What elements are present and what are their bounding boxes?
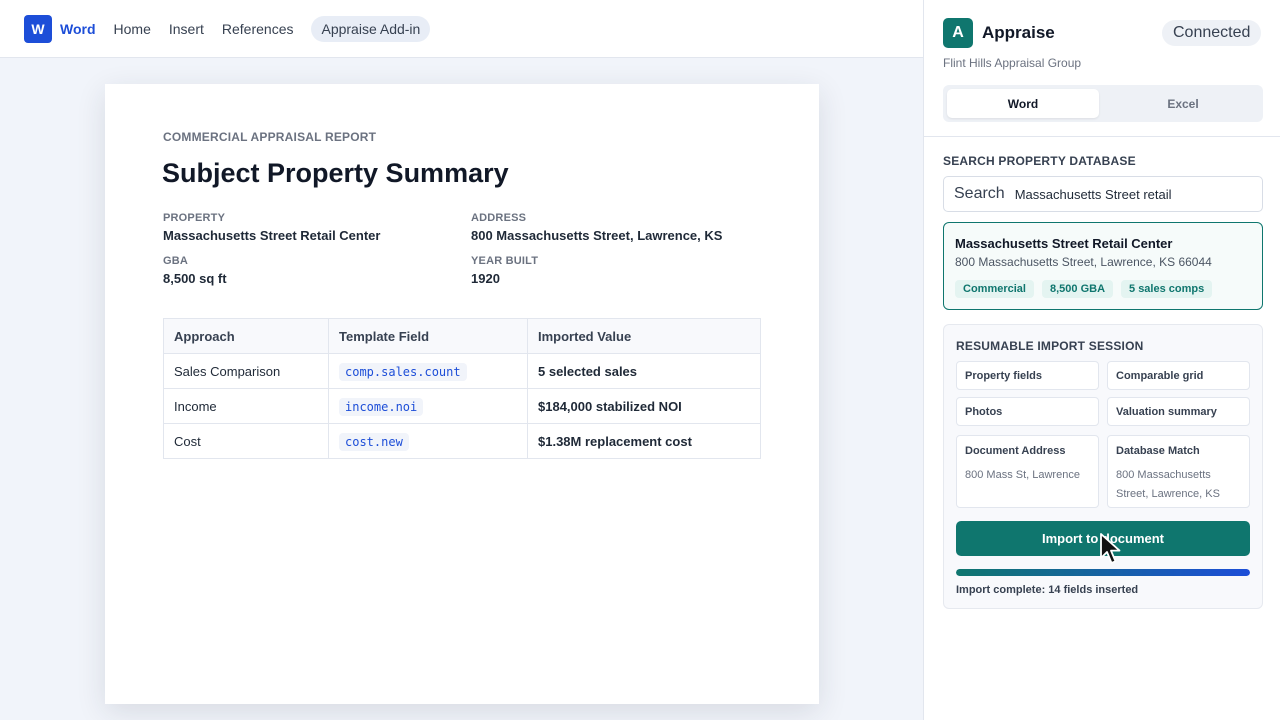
approach-table: Approach Template Field Imported Value S… <box>163 318 761 459</box>
field-year-built: YEAR BUILT 1920 <box>471 255 538 286</box>
search-input[interactable] <box>1014 186 1235 202</box>
database-match-label: Database Match <box>1116 445 1200 457</box>
search-box: Search <box>943 176 1263 212</box>
tag-property-type: Commercial <box>955 280 1034 298</box>
cell-approach: Sales Comparison <box>163 353 329 389</box>
word-ribbon: W Word Home Insert References Appraise A… <box>0 0 923 58</box>
result-tags: Commercial 8,500 GBA 5 sales comps <box>955 280 1220 298</box>
field-value: Massachusetts Street Retail Center <box>163 228 381 243</box>
connection-status-badge: Connected <box>1162 20 1262 46</box>
word-window: W Word Home Insert References Appraise A… <box>0 0 923 720</box>
header-template-field: Template Field <box>328 318 528 354</box>
menu-references[interactable]: References <box>222 21 294 37</box>
organization-name: Flint Hills Appraisal Group <box>943 56 1082 70</box>
document-address-box: Document Address 800 Mass St, Lawrence <box>956 435 1099 508</box>
import-to-document-button[interactable]: Import to document <box>956 521 1250 556</box>
import-session-panel: RESUMABLE IMPORT SESSION Property fields… <box>943 324 1263 609</box>
chip-valuation-summary[interactable]: Valuation summary <box>1107 397 1250 426</box>
search-result-card[interactable]: Massachusetts Street Retail Center 800 M… <box>943 222 1263 310</box>
pane-header: A Appraise Connected Flint Hills Apprais… <box>924 0 1280 137</box>
appraise-logo-icon: A <box>943 18 973 48</box>
cell-approach: Cost <box>163 423 329 459</box>
import-status-text: Import complete: 14 fields inserted <box>956 584 1139 596</box>
appraise-app-name: Appraise <box>982 23 1055 42</box>
field-value: 8,500 sq ft <box>163 271 227 286</box>
target-app-toggle: Word Excel <box>943 85 1263 122</box>
import-progress-bar <box>956 569 1250 576</box>
menu-home[interactable]: Home <box>114 21 151 37</box>
template-code: cost.new <box>339 432 409 451</box>
field-label: PROPERTY <box>163 212 226 224</box>
table-row: Income income.noi $184,000 stabilized NO… <box>163 388 761 424</box>
cell-template-field: income.noi <box>328 388 528 424</box>
cell-template-field: cost.new <box>328 423 528 459</box>
import-progress-fill <box>956 569 1250 576</box>
table-row: Sales Comparison comp.sales.count 5 sele… <box>163 353 761 389</box>
tab-excel[interactable]: Excel <box>1107 89 1259 118</box>
tag-sales-comps: 5 sales comps <box>1121 280 1213 298</box>
chip-comparable-grid[interactable]: Comparable grid <box>1107 361 1250 390</box>
word-app-name: Word <box>60 20 96 37</box>
document-address-label: Document Address <box>965 445 1066 457</box>
tag-gba: 8,500 GBA <box>1041 280 1114 298</box>
field-value: 800 Massachusetts Street, Lawrence, KS <box>471 228 723 243</box>
field-label: YEAR BUILT <box>471 255 539 267</box>
database-match-box: Database Match 800 Massachusetts Street,… <box>1107 435 1250 508</box>
chip-photos[interactable]: Photos <box>956 397 1099 426</box>
template-code: income.noi <box>339 397 424 416</box>
cell-imported-value: $184,000 stabilized NOI <box>527 388 761 424</box>
field-value: 1920 <box>471 271 500 286</box>
field-label: ADDRESS <box>471 212 527 224</box>
document-title: Subject Property Summary <box>162 158 509 188</box>
document-page: COMMERCIAL APPRAISAL REPORT Subject Prop… <box>105 84 819 704</box>
field-address: ADDRESS 800 Massachusetts Street, Lawren… <box>471 212 722 243</box>
result-title: Massachusetts Street Retail Center <box>955 236 1173 251</box>
cell-imported-value: $1.38M replacement cost <box>527 423 761 459</box>
cell-approach: Income <box>163 388 329 424</box>
search-section-label: SEARCH PROPERTY DATABASE <box>943 154 1136 168</box>
session-title: RESUMABLE IMPORT SESSION <box>956 339 1144 353</box>
menu-appraise-addin[interactable]: Appraise Add-in <box>311 15 431 42</box>
header-imported-value: Imported Value <box>527 318 761 354</box>
document-address-value: 800 Mass St, Lawrence <box>965 469 1080 481</box>
cell-template-field: comp.sales.count <box>328 353 528 389</box>
template-code: comp.sales.count <box>339 362 467 381</box>
menu-insert[interactable]: Insert <box>169 21 204 37</box>
field-gba: GBA 8,500 sq ft <box>163 255 227 286</box>
tab-word[interactable]: Word <box>947 89 1099 118</box>
search-label: Search <box>954 185 1005 202</box>
field-property: PROPERTY Massachusetts Street Retail Cen… <box>163 212 380 243</box>
table-row: Cost cost.new $1.38M replacement cost <box>163 423 761 459</box>
result-address: 800 Massachusetts Street, Lawrence, KS 6… <box>955 255 1212 269</box>
document-eyebrow: COMMERCIAL APPRAISAL REPORT <box>163 130 377 144</box>
cell-imported-value: 5 selected sales <box>527 353 761 389</box>
chip-property-fields[interactable]: Property fields <box>956 361 1099 390</box>
header-approach: Approach <box>163 318 329 354</box>
appraise-task-pane: A Appraise Connected Flint Hills Apprais… <box>923 0 1280 720</box>
table-header-row: Approach Template Field Imported Value <box>163 318 761 354</box>
field-label: GBA <box>163 255 189 267</box>
word-logo-icon: W <box>24 14 52 43</box>
database-match-value: 800 Massachusetts Street, Lawrence, KS <box>1116 469 1220 500</box>
